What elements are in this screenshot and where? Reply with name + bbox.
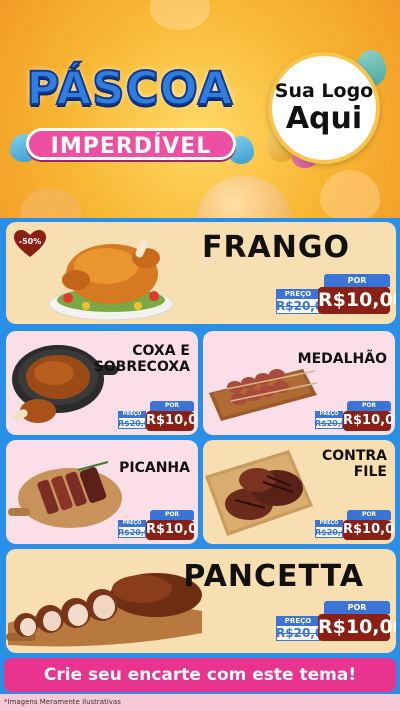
product-name: PICANHA (119, 460, 190, 476)
product-card-contra-file[interactable]: CONTRA FILE POR PREÇO R$20,00 R$10,00 (203, 440, 395, 544)
por-label: POR (347, 401, 391, 411)
preco-label: PREÇO (118, 411, 146, 418)
product-name-line2: FILE (353, 464, 387, 480)
preco-label: PREÇO (118, 520, 146, 527)
old-price: R$20,00 (276, 626, 332, 640)
header-banner: PÁSCOA IMPERDÍVEL Sua Logo Aqui (0, 0, 400, 218)
product-name-line1: COXA E (132, 343, 190, 359)
old-price: R$20,00 (118, 419, 156, 428)
new-price: R$10,00 (318, 614, 396, 641)
product-card-picanha[interactable]: PICANHA POR PREÇO R$20,00 R$10,00 (6, 440, 198, 544)
old-price: R$20,00 (315, 528, 353, 537)
price-tag: POR PREÇO R$20,00 R$10,00 (276, 601, 396, 641)
por-label: POR (150, 401, 194, 411)
new-price: R$10,00 (343, 411, 395, 431)
preco-label: PREÇO (315, 520, 343, 527)
product-card-pancetta[interactable]: PANCETTA POR PREÇO R$20,00 R$10,00 (6, 549, 396, 653)
preco-label: PREÇO (276, 616, 320, 626)
discount-text: -50% (18, 237, 42, 246)
price-tag: POR PREÇO R$20,00 R$10,00 (276, 274, 396, 314)
easter-egg-decoration (320, 170, 380, 218)
grilled-steaks-image (205, 450, 313, 536)
logo-text-line2: Aqui (285, 101, 363, 136)
price-tag: POR PREÇO R$20,00 R$10,00 (118, 510, 198, 540)
new-price: R$10,00 (318, 287, 396, 314)
old-price: R$20,00 (315, 419, 353, 428)
product-name: COXA E SOBRECOXA (94, 343, 190, 375)
easter-egg-decoration (20, 188, 82, 218)
easter-egg-decoration (196, 176, 292, 218)
create-flyer-button[interactable]: Crie seu encarte com este tema! (4, 658, 396, 692)
price-tag: POR PREÇO R$20,00 R$10,00 (315, 510, 395, 540)
por-label: POR (324, 274, 390, 287)
discount-badge: -50% (14, 230, 46, 258)
roast-chicken-image (48, 240, 174, 321)
price-tag: POR PREÇO R$20,00 R$10,00 (118, 401, 198, 431)
logo-text-line1: Sua Logo (274, 80, 374, 102)
sliced-picanha-image (8, 461, 122, 528)
por-label: POR (150, 510, 194, 520)
por-label: POR (347, 510, 391, 520)
old-price: R$20,00 (118, 528, 156, 537)
easter-egg-decoration (150, 0, 210, 30)
product-name-line2: SOBRECOXA (93, 359, 190, 375)
old-price: R$20,00 (276, 299, 332, 313)
sliced-pancetta-image (6, 573, 202, 647)
price-tag: POR PREÇO R$20,00 R$10,00 (315, 401, 395, 431)
page-subtitle: IMPERDÍVEL (26, 128, 236, 160)
page-title: PÁSCOA (26, 61, 234, 116)
product-name-line1: CONTRA (321, 448, 387, 464)
product-name: FRANGO (201, 230, 350, 265)
preco-label: PREÇO (276, 289, 320, 299)
product-name: PANCETTA (183, 559, 364, 594)
product-card-coxa[interactable]: COXA E SOBRECOXA POR PREÇO R$20,00 R$10,… (6, 331, 198, 435)
product-card-medalhao[interactable]: MEDALHÃO POR PREÇO R$20,00 R$10,00 (203, 331, 395, 435)
product-card-frango[interactable]: -50% FRANGO POR PREÇO R$20,00 R$10,00 (6, 222, 396, 324)
preco-label: PREÇO (315, 411, 343, 418)
new-price: R$10,00 (146, 411, 198, 431)
disclaimer-text: *Imagens Meramente Ilustrativas (4, 698, 121, 706)
product-name: MEDALHÃO (297, 351, 387, 367)
product-name: CONTRA FILE (322, 448, 387, 480)
new-price: R$10,00 (343, 520, 395, 540)
logo-placeholder[interactable]: Sua Logo Aqui (268, 52, 380, 164)
new-price: R$10,00 (146, 520, 198, 540)
por-label: POR (324, 601, 390, 614)
